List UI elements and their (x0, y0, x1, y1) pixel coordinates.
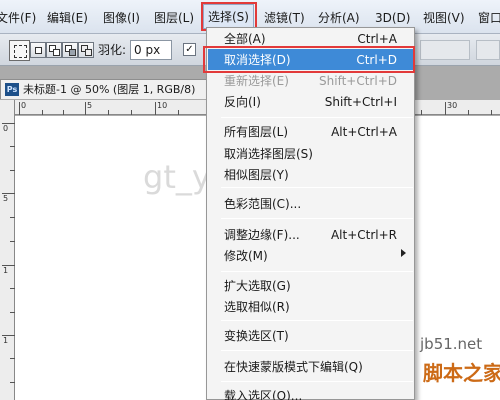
menu-separator (221, 218, 413, 219)
feather-label: 羽化: (98, 43, 127, 57)
menu-item-refine-edge[interactable]: 调整边缘(F)... (224, 226, 300, 244)
tool-preset-picker[interactable] (9, 40, 30, 61)
menu-separator (221, 271, 413, 272)
add-to-selection-button[interactable] (46, 42, 62, 58)
intersect-selection-button[interactable] (78, 42, 94, 58)
menu-edit[interactable]: 编辑(E) (47, 9, 88, 27)
shortcut-inverse: Shift+Ctrl+I (324, 95, 397, 109)
document-title: 未标题-1 @ 50% (图层 1, RGB/8) (23, 83, 196, 96)
menu-view[interactable]: 视图(V) (423, 9, 465, 27)
document-tab[interactable]: Ps 未标题-1 @ 50% (图层 1, RGB/8) (0, 79, 210, 99)
feather-input[interactable]: 0 px (130, 40, 172, 60)
watermark-brand: 脚本之家 (423, 361, 500, 385)
menu-item-deselect-layers[interactable]: 取消选择图层(S) (224, 145, 313, 163)
ruler-v-label: 1 (3, 266, 9, 275)
menu-item-inverse[interactable]: 反向(I) (224, 93, 261, 111)
menu-layer[interactable]: 图层(L) (154, 9, 194, 27)
ruler-v-label: 1 (3, 336, 9, 345)
ruler-h-label: 10 (157, 101, 168, 110)
menu-separator (221, 187, 413, 188)
menu-separator (221, 381, 413, 382)
menu-file[interactable]: 文件(F) (0, 9, 36, 27)
menu-item-all-layers[interactable]: 所有图层(L) (224, 123, 288, 141)
photoshop-icon: Ps (5, 83, 19, 96)
shortcut-reselect: Shift+Ctrl+D (319, 74, 397, 88)
menu-item-deselect[interactable]: 取消选择(D) (224, 51, 291, 69)
width-input[interactable] (420, 40, 470, 60)
ruler-v-label: 5 (3, 194, 9, 203)
ruler-h-label: 30 (447, 101, 458, 110)
subtract-from-selection-button[interactable] (62, 42, 78, 58)
menu-item-similar[interactable]: 选取相似(R) (224, 298, 290, 316)
menu-3d[interactable]: 3D(D) (375, 9, 410, 27)
menu-item-transform-selection[interactable]: 变换选区(T) (224, 327, 289, 345)
submenu-arrow-icon (401, 249, 406, 257)
menu-analysis[interactable]: 分析(A) (318, 9, 360, 27)
menu-item-similar-layers[interactable]: 相似图层(Y) (224, 166, 289, 184)
shortcut-refine-edge: Alt+Ctrl+R (330, 228, 397, 242)
new-selection-button[interactable] (30, 42, 46, 58)
vertical-ruler[interactable]: 0 5 1 1 (0, 100, 15, 400)
menu-image[interactable]: 图像(I) (103, 9, 140, 27)
watermark-site: jb51.net (420, 335, 483, 353)
height-input[interactable] (476, 40, 500, 60)
ruler-h-label: 0 (21, 101, 27, 110)
menu-filter[interactable]: 滤镜(T) (264, 9, 305, 27)
menu-item-color-range[interactable]: 色彩范围(C)... (224, 195, 301, 213)
shortcut-all-layers: Alt+Ctrl+A (331, 125, 397, 139)
menu-item-grow[interactable]: 扩大选取(G) (224, 277, 291, 295)
menu-item-modify[interactable]: 修改(M) (224, 247, 268, 265)
antialias-checkbox[interactable]: ✓ (183, 43, 196, 56)
menu-item-reselect[interactable]: 重新选择(E) (224, 72, 289, 90)
shortcut-select-all: Ctrl+A (357, 32, 397, 46)
menu-item-load-selection[interactable]: 载入选区(O)... (224, 387, 302, 400)
shortcut-deselect: Ctrl+D (356, 53, 397, 67)
menu-separator (221, 320, 413, 321)
menu-window[interactable]: 窗口 (478, 9, 500, 27)
ruler-v-label: 0 (3, 124, 9, 133)
menu-separator (221, 350, 413, 351)
menu-separator (221, 117, 413, 118)
menu-item-select-all[interactable]: 全部(A) (224, 30, 266, 48)
ruler-h-label: 5 (87, 101, 93, 110)
menu-item-quick-mask[interactable]: 在快速蒙版模式下编辑(Q) (224, 358, 363, 376)
